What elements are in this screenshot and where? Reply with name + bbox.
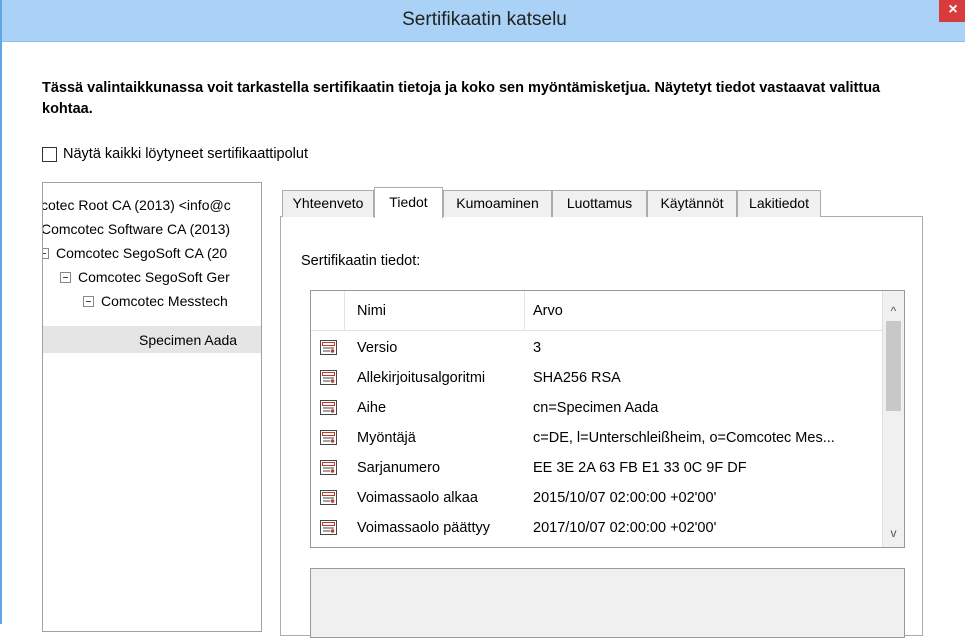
field-value: 2017/10/07 02:00:00 +02'00' xyxy=(533,520,717,536)
tab-summary[interactable]: Yhteenveto xyxy=(282,190,374,217)
field-name: Aihe xyxy=(357,400,387,416)
tab-legal[interactable]: Lakitiedot xyxy=(737,190,821,217)
table-row[interactable]: Voimassaolo alkaa 2015/10/07 02:00:00 +0… xyxy=(311,483,883,513)
collapse-icon[interactable] xyxy=(60,271,71,283)
tab-revocation[interactable]: Kumoaminen xyxy=(443,190,552,217)
field-name: Versio xyxy=(357,340,398,356)
table-row[interactable]: Versio 3 xyxy=(311,333,883,363)
certificate-field-icon xyxy=(320,400,337,415)
scroll-up-icon[interactable]: ^ xyxy=(883,301,904,321)
table-row[interactable]: Voimassaolo päättyy 2017/10/07 02:00:00 … xyxy=(311,513,883,543)
certificate-field-icon xyxy=(320,370,337,385)
tree-item-label: Comcotec Software CA (2013) xyxy=(42,221,231,237)
tab-policies[interactable]: Käytännöt xyxy=(647,190,737,217)
table-row[interactable]: Sarjanumero EE 3E 2A 63 FB E1 33 0C 9F D… xyxy=(311,453,883,483)
certificate-viewer-window: Sertifikaatin katselu × Tässä valintaikk… xyxy=(0,0,965,638)
tree-item-root-ca[interactable]: cotec Root CA (2013) <info@c xyxy=(42,194,231,216)
vertical-scrollbar[interactable]: ^ v xyxy=(882,291,904,547)
field-name: Voimassaolo alkaa xyxy=(357,490,478,506)
field-value: 2015/10/07 02:00:00 +02'00' xyxy=(533,490,717,506)
close-button[interactable]: × xyxy=(939,0,965,22)
scroll-thumb[interactable] xyxy=(886,321,901,411)
field-value: SHA256 RSA xyxy=(533,370,621,386)
tree-item-label: cotec Root CA (2013) <info@c xyxy=(42,197,231,213)
scroll-down-icon[interactable]: v xyxy=(883,523,904,543)
tree-item-segosoft-general[interactable]: Comcotec SegoSoft Ger xyxy=(60,266,230,288)
field-name: Voimassaolo päättyy xyxy=(357,520,490,536)
certificate-field-icon xyxy=(320,340,337,355)
certificate-field-icon xyxy=(320,490,337,505)
field-value: cn=Specimen Aada xyxy=(533,400,659,416)
field-name: Allekirjoitusalgoritmi xyxy=(357,370,486,386)
collapse-icon[interactable] xyxy=(83,295,94,307)
table-row[interactable]: Aihe cn=Specimen Aada xyxy=(311,393,883,423)
collapse-icon[interactable] xyxy=(43,247,49,259)
show-all-paths-checkbox[interactable] xyxy=(42,146,57,162)
table-row[interactable]: Myöntäjä c=DE, l=Unterschleißheim, o=Com… xyxy=(311,423,883,453)
window-title: Sertifikaatin katselu xyxy=(402,9,567,30)
field-value-detail-box[interactable] xyxy=(310,568,905,638)
title-bar: Sertifikaatin katselu × xyxy=(2,0,965,42)
table-row[interactable]: Allekirjoitusalgoritmi SHA256 RSA xyxy=(311,363,883,393)
tree-item-label: Comcotec SegoSoft CA (20 xyxy=(56,245,228,261)
column-header-value[interactable]: Arvo xyxy=(525,291,883,331)
field-value: 3 xyxy=(533,340,542,356)
field-name: Sarjanumero xyxy=(357,460,441,476)
field-value: c=DE, l=Unterschleißheim, o=Comcotec Mes… xyxy=(533,430,835,446)
tree-item-specimen-aada[interactable]: Specimen Aada xyxy=(43,326,261,353)
tab-trust[interactable]: Luottamus xyxy=(552,190,647,217)
dialog-description: Tässä valintaikkunassa voit tarkastella … xyxy=(42,80,881,117)
certificate-fields-list[interactable]: Nimi Arvo Versio 3 Allekirjoitusalgoritm… xyxy=(310,290,905,548)
tree-item-label: Specimen Aada xyxy=(139,331,238,348)
show-all-paths-option[interactable]: Näytä kaikki löytyneet sertifikaattipolu… xyxy=(42,143,308,165)
list-header: Nimi Arvo xyxy=(311,291,883,331)
details-heading: Sertifikaatin tiedot: xyxy=(301,253,421,269)
tab-details[interactable]: Tiedot xyxy=(374,187,443,218)
tree-item-segosoft-ca[interactable]: Comcotec SegoSoft CA (20 xyxy=(43,242,228,264)
tree-item-software-ca[interactable]: Comcotec Software CA (2013) xyxy=(42,218,231,240)
certificate-field-icon xyxy=(320,430,337,445)
field-value: EE 3E 2A 63 FB E1 33 0C 9F DF xyxy=(533,460,747,476)
show-all-paths-label: Näytä kaikki löytyneet sertifikaattipolu… xyxy=(63,146,308,162)
tree-item-label: Comcotec Messtech xyxy=(101,293,228,309)
certificate-chain-tree: cotec Root CA (2013) <info@c Comcotec So… xyxy=(42,182,262,632)
certificate-field-icon xyxy=(320,520,337,535)
column-header-name[interactable]: Nimi xyxy=(345,291,525,331)
icon-column-header xyxy=(311,291,345,331)
tree-item-label: Comcotec SegoSoft Ger xyxy=(78,269,230,285)
tree-item-messtech[interactable]: Comcotec Messtech xyxy=(83,290,228,312)
field-name: Myöntäjä xyxy=(357,430,416,446)
certificate-field-icon xyxy=(320,460,337,475)
